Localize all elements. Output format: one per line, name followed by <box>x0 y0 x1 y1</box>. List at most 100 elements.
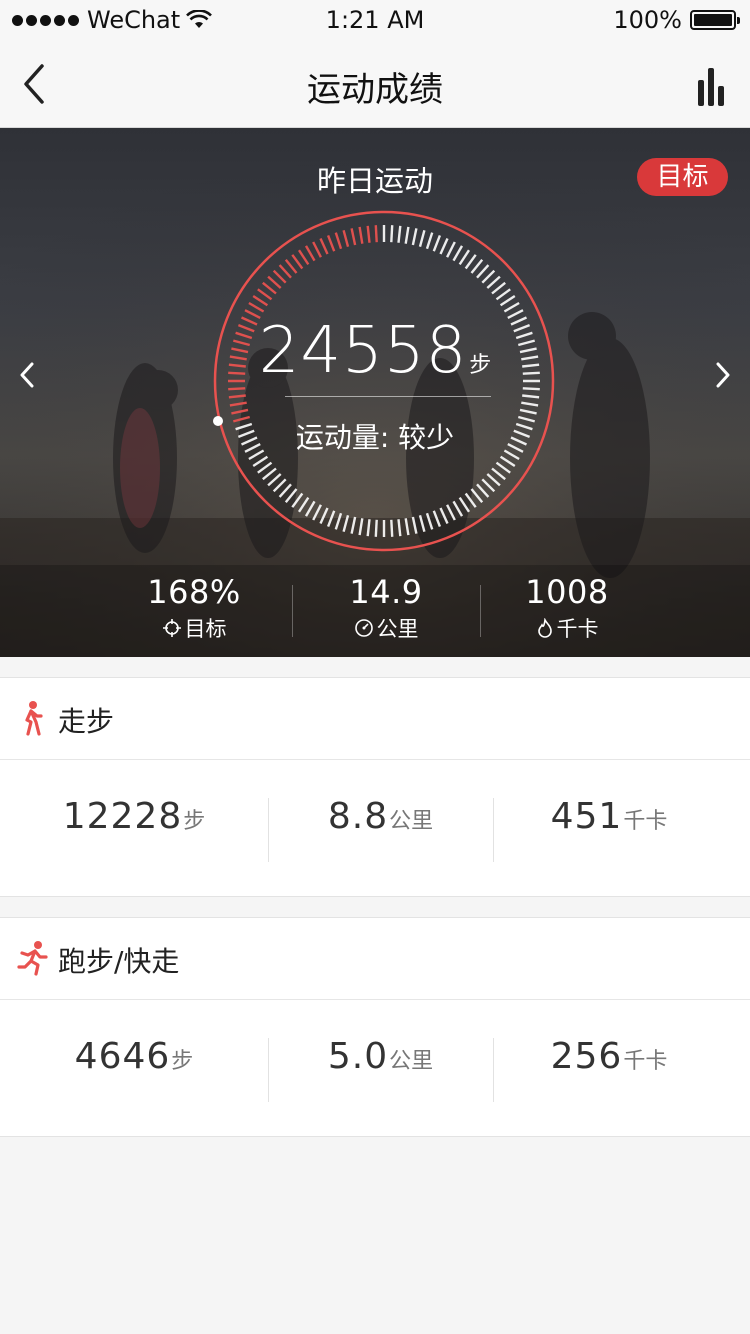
running-steps-value: 4646 <box>74 1036 171 1077</box>
total-steps: 24558步 <box>0 314 750 388</box>
walking-distance-unit: 公里 <box>389 809 434 834</box>
ring-tick <box>350 516 357 534</box>
ring-tick <box>397 225 402 243</box>
ring-tick <box>418 229 426 248</box>
walking-steps: 12228步 <box>0 796 268 837</box>
ring-tick <box>312 241 322 258</box>
goal-stat-value: 168% <box>147 573 241 611</box>
ring-tick <box>418 514 426 533</box>
ring-tick <box>248 301 265 313</box>
ring-tick <box>374 519 378 537</box>
distance-stat-value: 14.9 <box>349 573 423 611</box>
ring-tick <box>411 516 418 534</box>
ring-tick <box>334 512 343 530</box>
ring-tick <box>476 483 490 498</box>
running-distance-value: 5.0 <box>327 1036 389 1077</box>
walking-steps-value: 12228 <box>62 796 183 837</box>
status-bar: WeChat 1:21 AM 100% <box>0 0 750 40</box>
activity-level: 运动量: 较少 <box>295 421 455 454</box>
running-section[interactable]: 跑步/快走 4646步 5.0公里 256千卡 <box>0 917 750 1137</box>
ring-tick <box>342 514 350 533</box>
distance-stat: 14.9 公里 <box>292 565 480 657</box>
ring-tick <box>257 461 273 474</box>
ring-tick <box>334 232 343 250</box>
ring-tick <box>397 519 402 537</box>
goal-stat-label: 目标 <box>184 617 227 641</box>
calories-stat: 1008 千卡 <box>480 565 654 657</box>
ring-tick <box>278 264 292 279</box>
ring-tick <box>491 281 506 295</box>
ring-tick <box>522 394 540 399</box>
ring-tick <box>464 492 477 508</box>
ring-tick <box>458 496 471 513</box>
ring-tick <box>229 401 247 407</box>
ring-tick <box>495 288 511 301</box>
ring-tick <box>486 473 501 487</box>
ring-tick <box>262 467 277 481</box>
summary-stats: 168% 目标 14.9 公里 1008 千卡 <box>0 565 750 657</box>
walking-distance-value: 8.8 <box>327 796 389 837</box>
ring-tick <box>411 228 418 246</box>
walking-header: 走步 <box>0 678 750 760</box>
calories-stat-label-row: 千卡 <box>480 613 654 643</box>
ring-tick <box>257 288 273 301</box>
ring-tick <box>262 281 277 295</box>
running-distance-unit: 公里 <box>389 1049 434 1074</box>
ring-tick <box>374 225 378 243</box>
ring-tick <box>425 512 434 530</box>
ring-tick <box>228 394 246 399</box>
ring-tick <box>358 226 364 244</box>
ring-tick <box>503 301 520 313</box>
ring-tick <box>481 478 496 493</box>
walking-title: 走步 <box>58 705 115 738</box>
ring-tick <box>267 275 282 289</box>
ring-divider <box>285 396 491 397</box>
ring-tick <box>350 228 357 246</box>
ring-tick <box>326 234 336 252</box>
ring-tick <box>304 500 316 517</box>
walking-steps-unit: 步 <box>183 809 206 834</box>
ring-tick <box>404 226 410 244</box>
walking-section[interactable]: 走步 12228步 8.8公里 451千卡 <box>0 677 750 897</box>
ring-tick <box>291 492 304 508</box>
battery-percent: 100% <box>613 6 682 34</box>
daily-summary-hero: 昨日运动 目标 24558步 运动量: 较少 168% 目标 14.9 公里 1… <box>0 128 750 657</box>
ring-tick <box>446 241 456 258</box>
running-title: 跑步/快走 <box>58 945 180 978</box>
ring-tick <box>491 467 506 481</box>
battery-status: 100% <box>613 6 740 34</box>
target-icon <box>162 619 181 637</box>
walking-calories-value: 451 <box>550 796 623 837</box>
flame-icon <box>537 618 552 638</box>
running-steps: 4646步 <box>0 1036 268 1077</box>
bar-chart-icon[interactable] <box>698 68 730 106</box>
ring-tick <box>267 473 282 487</box>
ring-tick <box>486 275 501 289</box>
running-metrics: 4646步 5.0公里 256千卡 <box>0 1000 750 1136</box>
ring-tick <box>446 504 456 521</box>
ring-tick <box>495 461 511 474</box>
distance-stat-label: 公里 <box>376 617 419 641</box>
calories-stat-value: 1008 <box>525 573 609 611</box>
calories-stat-label: 千卡 <box>556 617 599 641</box>
ring-tick <box>297 249 310 266</box>
ring-tick <box>432 234 442 252</box>
ring-tick <box>319 507 329 524</box>
ring-tick <box>519 408 537 415</box>
ring-tick <box>452 245 464 262</box>
ring-tick <box>231 408 249 415</box>
ring-tick <box>278 483 292 498</box>
running-icon <box>17 941 48 976</box>
battery-icon <box>690 10 740 30</box>
ring-tick <box>304 245 316 262</box>
ring-tick <box>272 269 287 284</box>
speedometer-icon <box>354 619 373 637</box>
ring-tick <box>521 401 539 407</box>
ring-tick <box>252 455 269 468</box>
running-steps-unit: 步 <box>171 1049 194 1074</box>
walking-distance: 8.8公里 <box>268 796 493 837</box>
ring-tick <box>452 500 464 517</box>
ring-tick <box>458 249 471 266</box>
ring-tick <box>464 254 477 270</box>
ring-tick <box>522 387 540 391</box>
